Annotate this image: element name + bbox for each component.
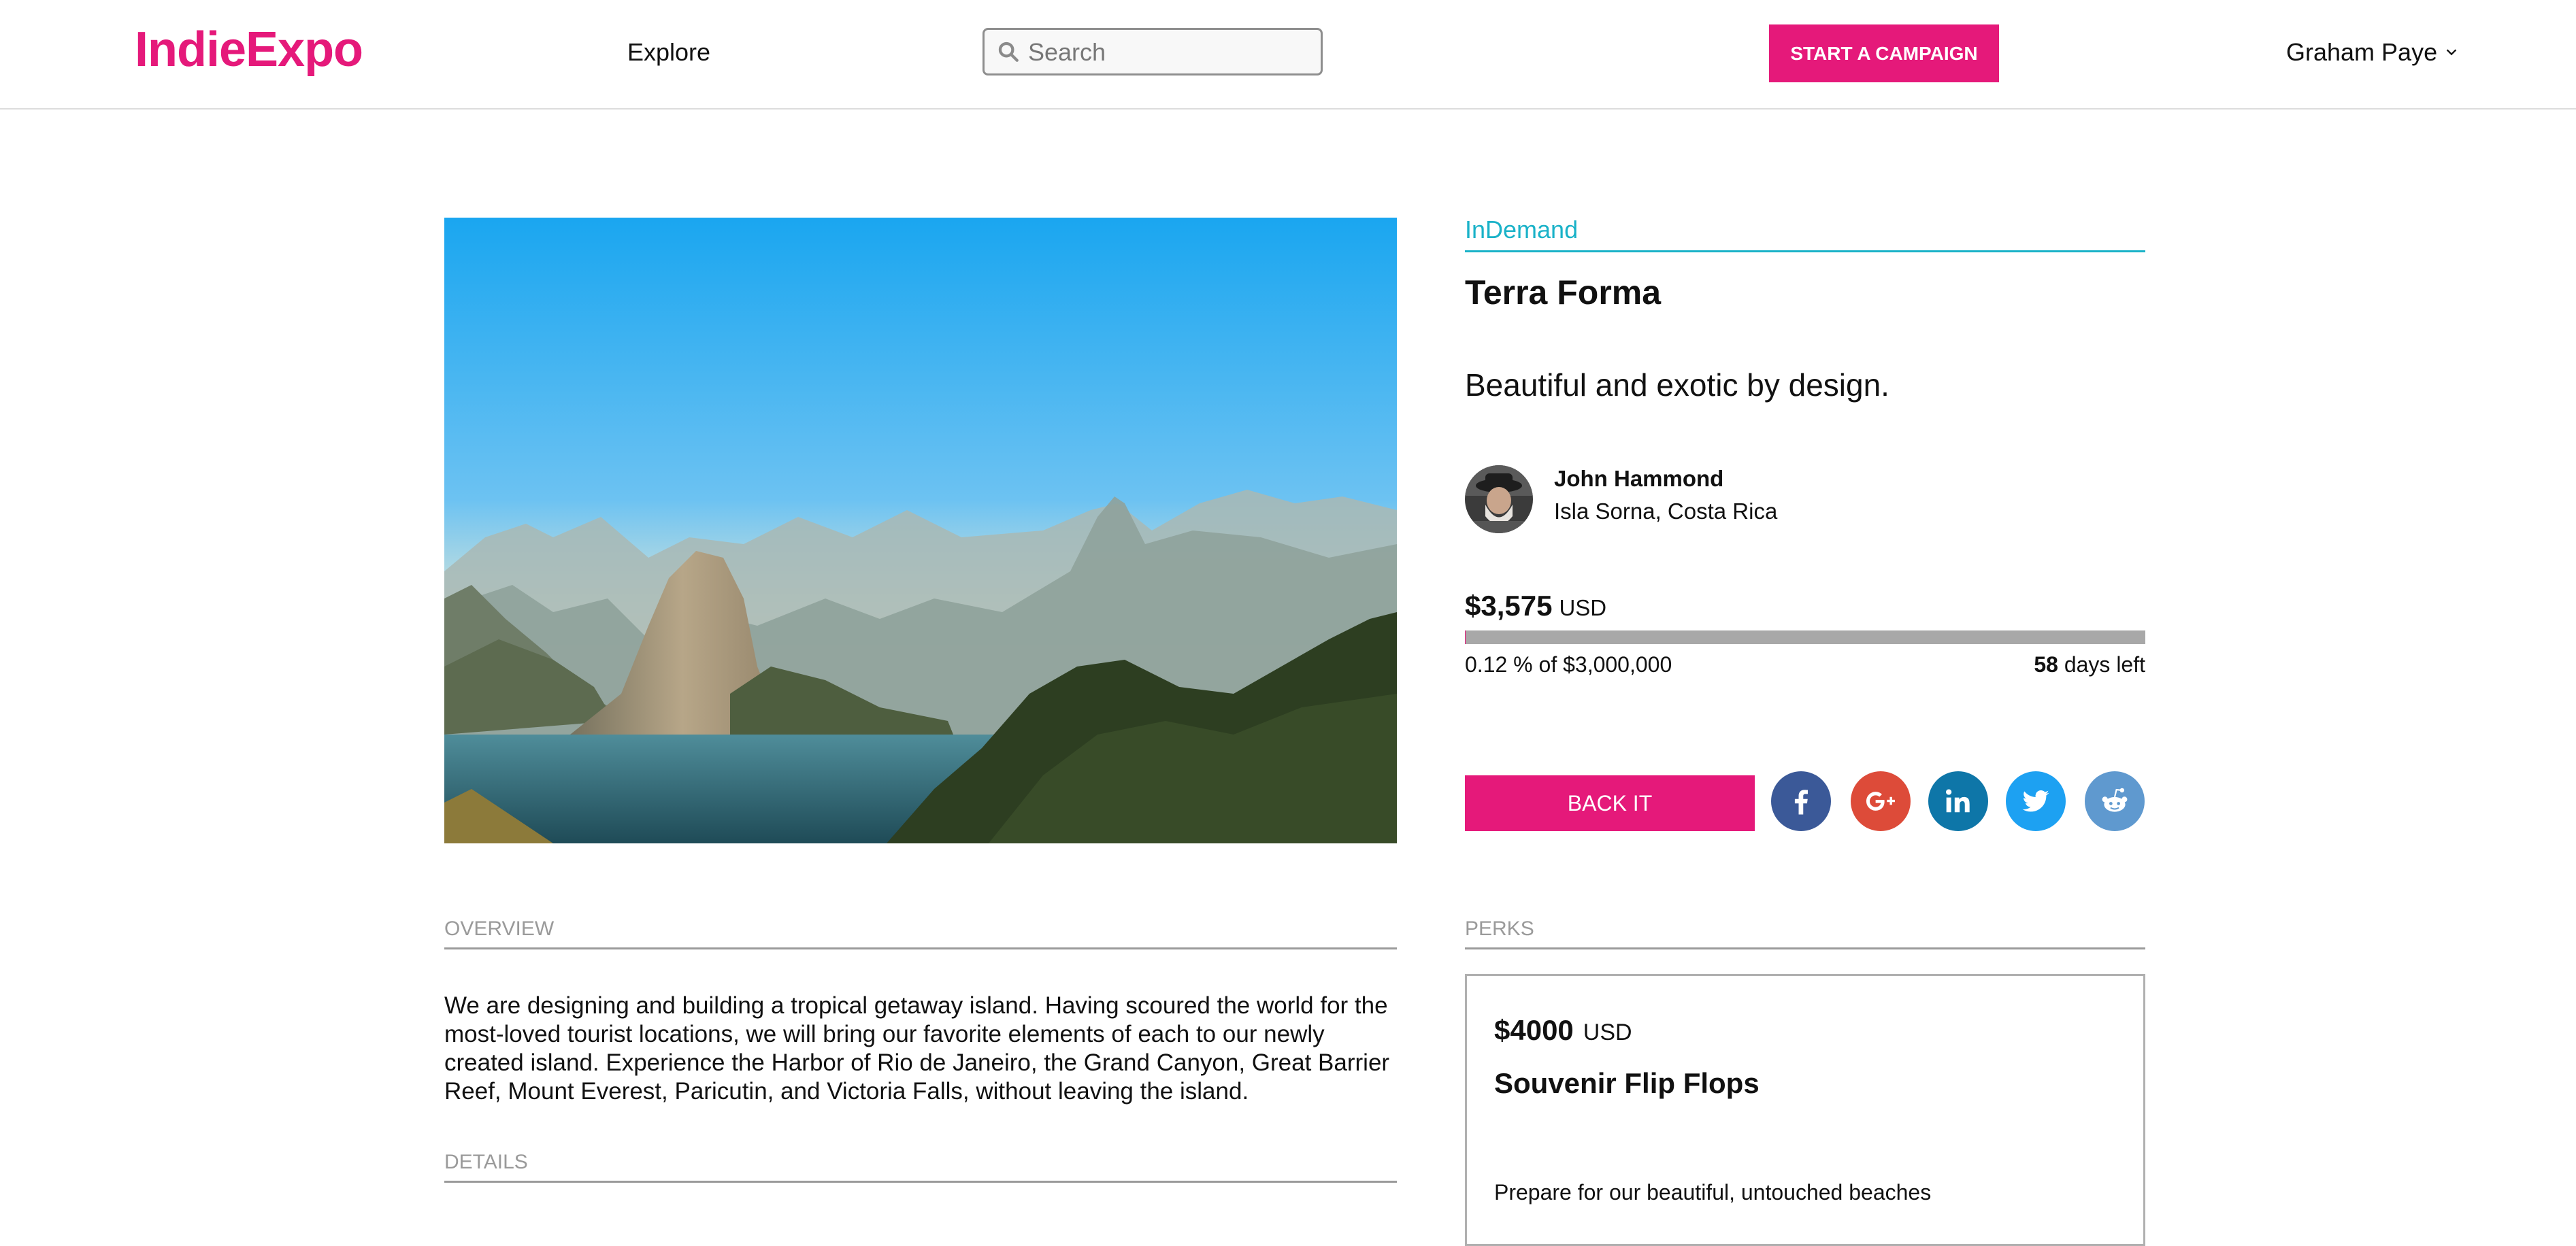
campaign-hero-image [444, 218, 1397, 843]
raised-amount: $3,575 [1465, 590, 1553, 622]
overview-text: We are designing and building a tropical… [444, 992, 1390, 1105]
perks-section-label: PERKS [1465, 915, 2145, 949]
start-campaign-button[interactable]: START A CAMPAIGN [1769, 24, 1999, 82]
twitter-share-button[interactable] [2006, 771, 2066, 831]
search-box[interactable] [982, 28, 1323, 75]
google-plus-share-button[interactable] [1851, 771, 1911, 831]
perk-price: $4000 USD [1494, 1014, 1632, 1047]
perk-card[interactable]: $4000 USD Souvenir Flip Flops Prepare fo… [1465, 974, 2145, 1246]
user-menu[interactable]: Graham Paye [2286, 35, 2459, 69]
chevron-down-icon [2446, 49, 2457, 56]
twitter-icon [2022, 790, 2049, 812]
google-plus-icon [1866, 792, 1896, 811]
perk-title: Souvenir Flip Flops [1494, 1067, 1760, 1099]
funding-progress-fill [1465, 630, 1466, 644]
user-name: Graham Paye [2286, 38, 2438, 66]
search-input[interactable] [1027, 35, 1315, 69]
top-navbar: IndieExpo Explore START A CAMPAIGN Graha… [0, 0, 2576, 110]
campaign-category-link[interactable]: InDemand [1465, 214, 2145, 252]
creator-location: Isla Sorna, Costa Rica [1554, 499, 1778, 524]
linkedin-share-button[interactable] [1928, 771, 1988, 831]
funds-raised: $3,575 USD [1465, 586, 1606, 628]
back-it-button[interactable]: BACK IT [1465, 775, 1755, 831]
search-icon [998, 41, 1019, 62]
logo[interactable]: IndieExpo [135, 19, 363, 80]
reddit-icon [2102, 788, 2128, 812]
facebook-icon [1794, 790, 1808, 815]
raised-currency: USD [1559, 595, 1607, 620]
campaign-title: Terra Forma [1465, 273, 1662, 312]
funding-progress-bar [1465, 630, 2145, 644]
days-left: 58 days left [2034, 650, 2145, 679]
perk-amount: $4000 [1494, 1014, 1574, 1046]
facebook-share-button[interactable] [1771, 771, 1831, 831]
days-left-count: 58 [2034, 652, 2058, 677]
reddit-share-button[interactable] [2085, 771, 2145, 831]
creator-avatar[interactable] [1465, 465, 1533, 533]
linkedin-icon [1946, 789, 1970, 813]
funding-percent-text: 0.12 % of $3,000,000 [1465, 652, 1672, 677]
details-section-label: DETAILS [444, 1148, 1397, 1183]
perk-currency: USD [1583, 1020, 1632, 1045]
overview-section-label: OVERVIEW [444, 915, 1397, 949]
nav-explore-link[interactable]: Explore [627, 35, 710, 69]
days-left-label: days left [2064, 652, 2145, 677]
perk-description: Prepare for our beautiful, untouched bea… [1494, 1180, 1932, 1205]
creator-name[interactable]: John Hammond [1554, 464, 1723, 494]
campaign-tagline: Beautiful and exotic by design. [1465, 367, 1889, 403]
